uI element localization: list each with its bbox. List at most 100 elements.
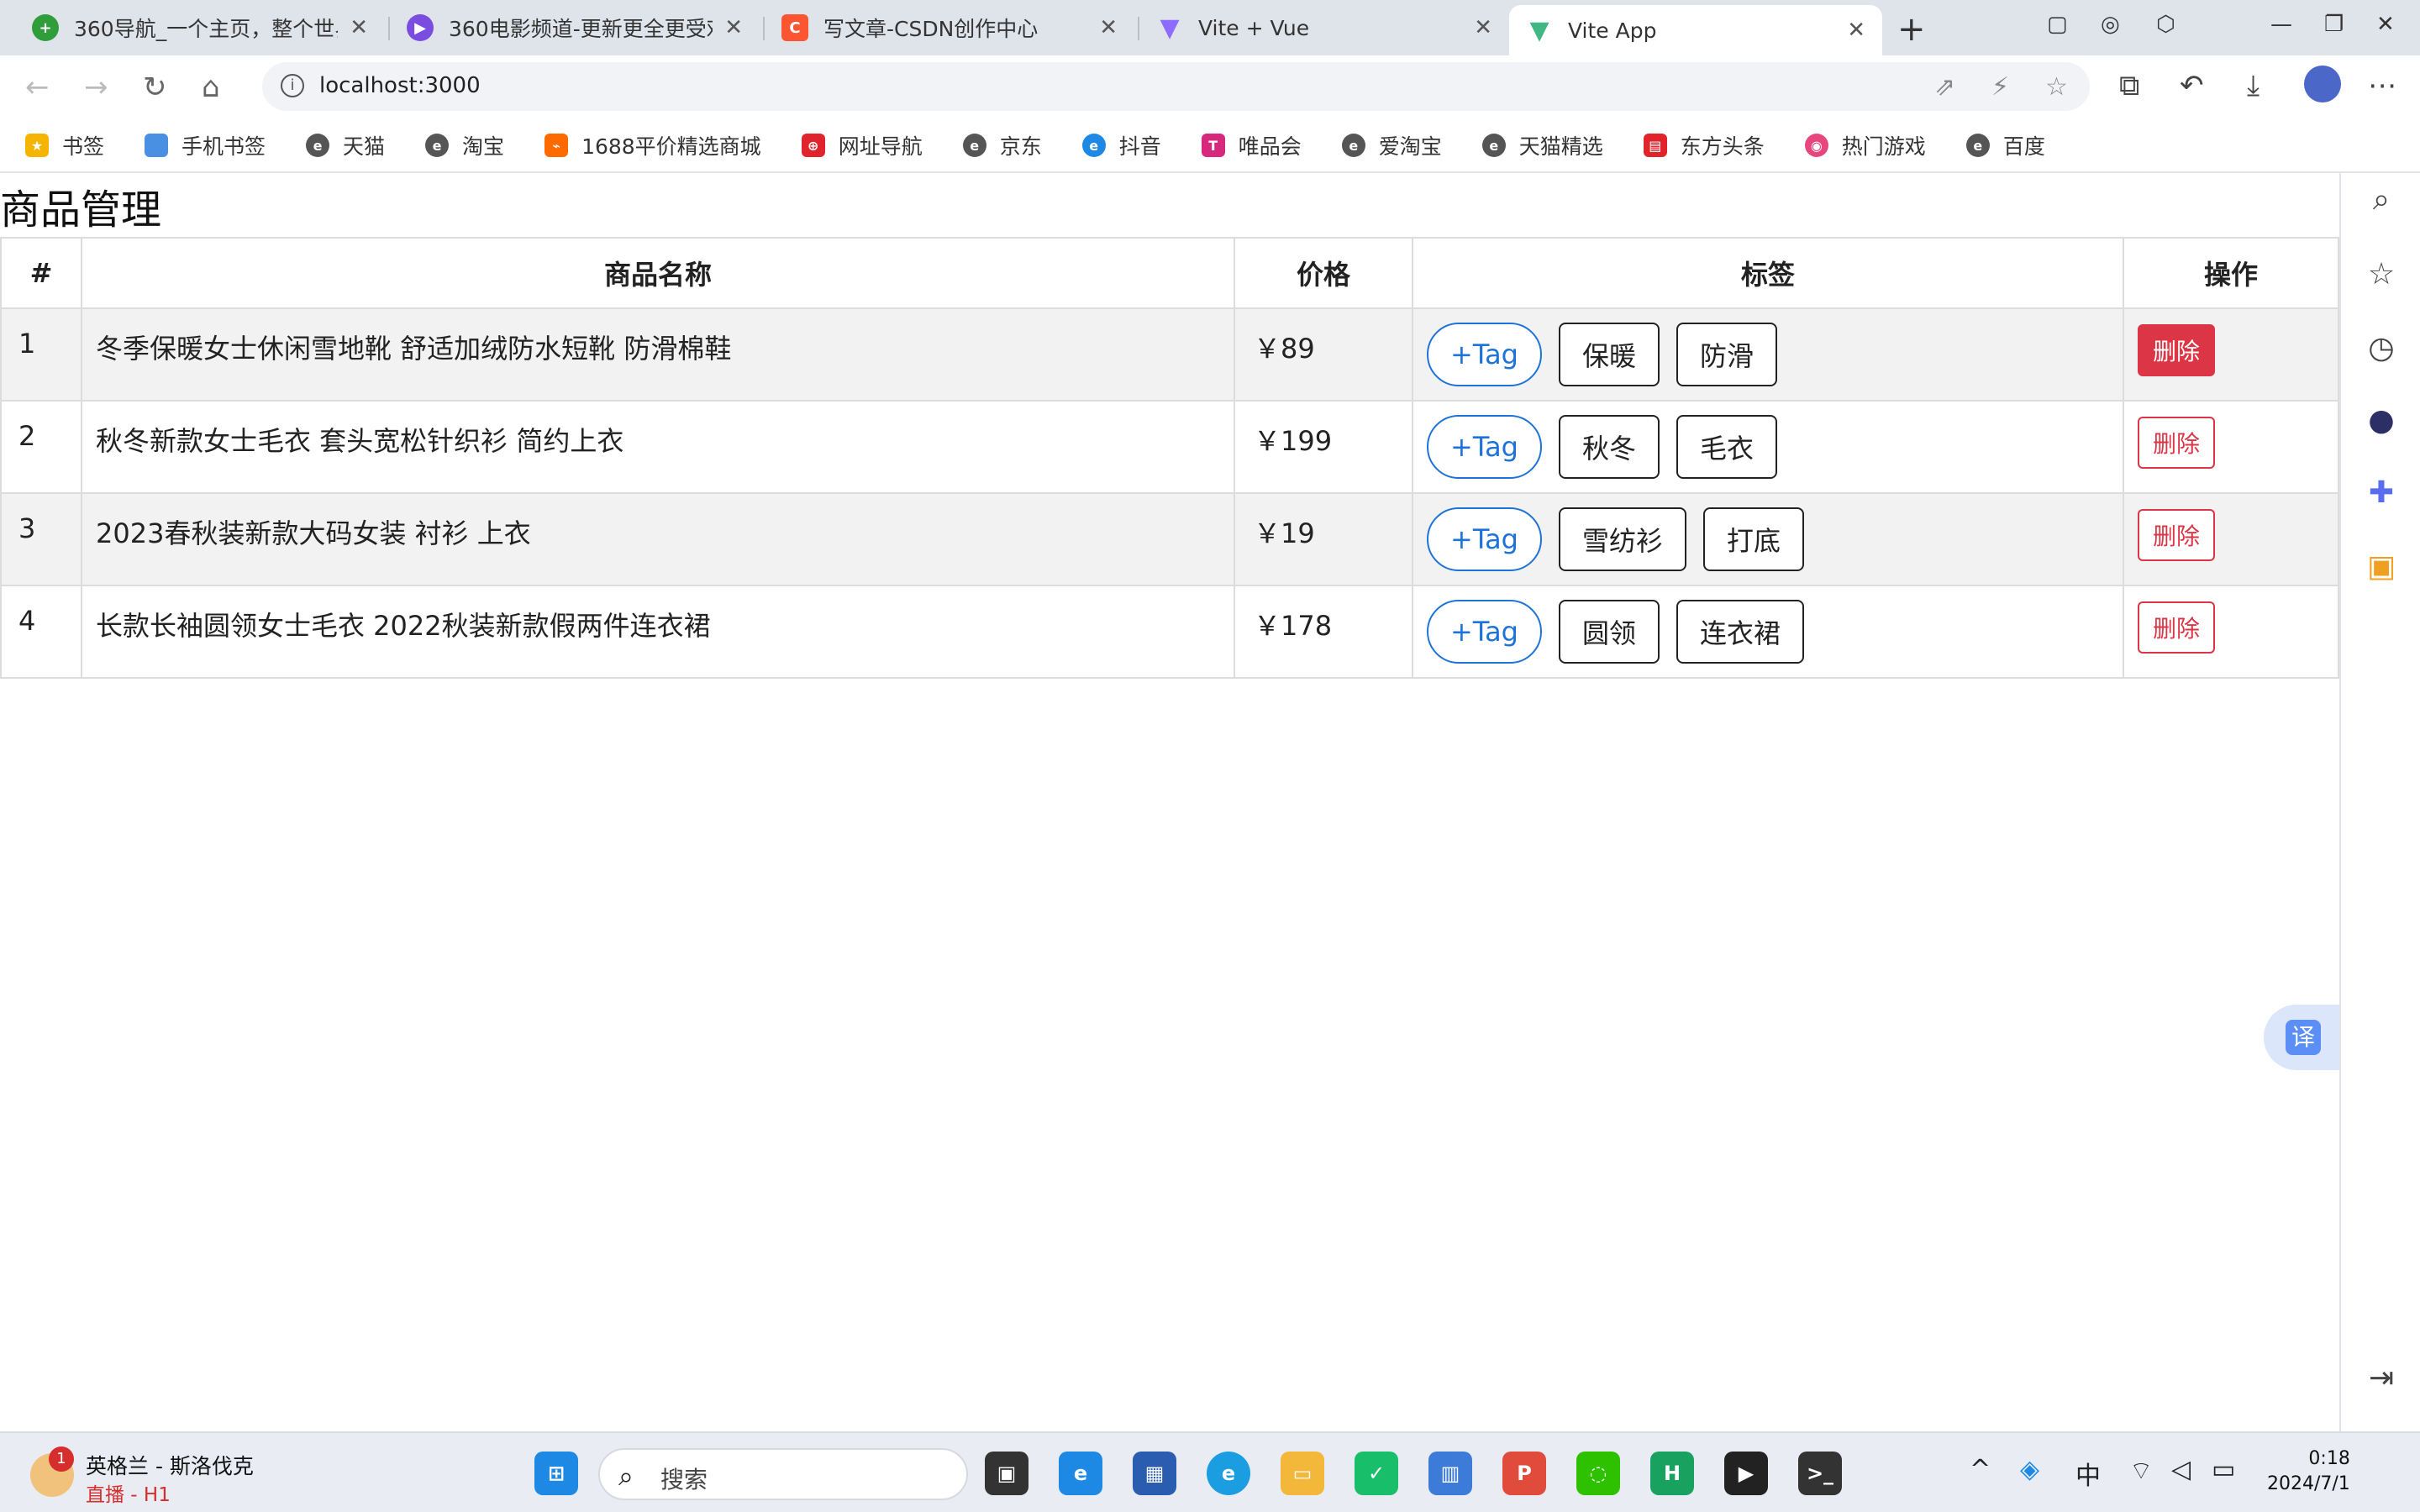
360-browser-icon[interactable]: e (1059, 1452, 1102, 1495)
ie-icon: e (962, 134, 986, 157)
reload-icon[interactable]: ↻ (143, 71, 167, 104)
assistant-icon[interactable]: ● (2361, 400, 2402, 440)
table-header-row: # 商品名称 价格 标签 操作 (0, 237, 2339, 309)
pdf-icon[interactable]: P (1502, 1452, 1546, 1495)
bookmark-item[interactable]: T 唯品会 (1201, 130, 1302, 160)
gamepad-icon[interactable]: ✚ (2361, 472, 2402, 512)
close-icon[interactable]: ✕ (724, 15, 743, 40)
extensions-icon[interactable]: ⬡ (2156, 12, 2175, 37)
add-tag-button[interactable]: +Tag (1427, 507, 1542, 571)
tab-csdn[interactable]: C 写文章-CSDN创作中心 ✕ (765, 5, 1134, 50)
vite-icon: ▼ (1160, 13, 1180, 43)
file-explorer-icon[interactable]: ▭ (1281, 1452, 1324, 1495)
extension-puzzle-icon[interactable]: ⧉ (2119, 69, 2139, 102)
bookmark-item[interactable]: e 淘宝 (425, 130, 504, 160)
delete-button[interactable]: 删除 (2138, 417, 2216, 469)
volume-icon[interactable]: ◁ (2171, 1455, 2191, 1484)
product-name: 秋冬新款女士毛衣 套头宽松针织衫 简约上衣 (81, 400, 1235, 494)
close-icon[interactable]: ✕ (1847, 18, 1865, 43)
add-tag-button[interactable]: +Tag (1427, 415, 1542, 479)
tags-cell: +Tag 秋冬 毛衣 (1412, 400, 2124, 494)
minimize-icon[interactable]: — (2270, 12, 2292, 37)
delete-button[interactable]: 删除 (2138, 509, 2216, 561)
wechat-icon[interactable]: ◌ (1576, 1452, 1620, 1495)
tab-search-icon[interactable]: ▢ (2047, 12, 2068, 37)
battery-icon[interactable]: ▭ (2212, 1455, 2235, 1484)
favorites-icon[interactable]: ☆ (2361, 254, 2402, 294)
windows-start-icon[interactable]: ⊞ (534, 1452, 578, 1495)
edge-icon[interactable]: e (1207, 1452, 1250, 1495)
incognito-icon[interactable]: ◎ (2101, 12, 2120, 37)
column-header-actions: 操作 (2123, 237, 2339, 309)
bookmark-item[interactable]: e 爱淘宝 (1341, 130, 1442, 160)
notification-badge: 1 (49, 1446, 74, 1472)
home-icon[interactable]: ⌂ (202, 71, 220, 104)
share-icon[interactable]: ⇗ (1934, 72, 1955, 102)
avatar[interactable] (2304, 66, 2341, 102)
site-info-icon[interactable]: i (281, 74, 304, 97)
hbuilder-icon[interactable]: H (1650, 1452, 1694, 1495)
collapse-panel-icon[interactable]: ⇥ (2361, 1357, 2402, 1398)
tray-overflow-icon[interactable]: ^ (1970, 1455, 1991, 1484)
more-icon[interactable]: ⋯ (2368, 69, 2396, 102)
new-tab-icon[interactable]: + (1897, 10, 1926, 49)
tab-360-nav[interactable]: + 360导航_一个主页，整个世界 ✕ (15, 5, 385, 50)
close-icon[interactable]: ✕ (350, 15, 368, 40)
close-icon[interactable]: ✕ (1099, 15, 1118, 40)
search-icon: ⌕ (618, 1460, 634, 1492)
bookmark-item[interactable]: ▤ 东方头条 (1643, 130, 1765, 160)
forward-icon[interactable]: → (84, 71, 108, 104)
lightning-icon[interactable]: ⚡ (1991, 72, 2009, 102)
history-icon[interactable]: ◷ (2361, 328, 2402, 368)
delete-button[interactable]: 删除 (2138, 601, 2216, 654)
tag-chip: 雪纺衫 (1558, 507, 1686, 571)
close-icon[interactable]: ✕ (1474, 15, 1492, 40)
wifi-icon[interactable]: ⌔ (2129, 1455, 2153, 1487)
toolbox-icon[interactable]: ▣ (2361, 546, 2402, 586)
store-icon[interactable]: ▦ (1133, 1452, 1176, 1495)
back-icon[interactable]: ← (25, 71, 50, 104)
tab-vite-vue[interactable]: ▼ Vite + Vue ✕ (1139, 5, 1509, 50)
url-box[interactable]: i localhost:3000 ⇗ ⚡ ☆ (262, 62, 2090, 111)
bookmark-item[interactable]: e 天猫精选 (1481, 130, 1603, 160)
tray-app-icon[interactable]: ◈ (2020, 1455, 2039, 1484)
bookmark-item[interactable]: ⊕ 网址导航 (801, 130, 923, 160)
table-row: 2 秋冬新款女士毛衣 套头宽松针织衫 简约上衣 ￥199 +Tag 秋冬 毛衣 … (0, 400, 2339, 494)
page-content: 商品管理 # 商品名称 价格 标签 操作 1 冬季保暖女士休闲雪地靴 舒适加绒防… (0, 173, 2344, 1431)
tag-chip: 毛衣 (1676, 415, 1778, 479)
translate-button[interactable]: 译 (2264, 1005, 2344, 1070)
tab-360-movie[interactable]: ▶ 360电影频道-更新更全更受欢迎 ✕ (390, 5, 760, 50)
star-icon: ★ (25, 134, 49, 157)
ime-indicator[interactable]: 中 (2075, 1455, 2101, 1492)
video-app-icon[interactable]: ▶ (1724, 1452, 1768, 1495)
bookmark-item[interactable]: e 抖音 (1081, 130, 1161, 160)
star-icon[interactable]: ☆ (2045, 72, 2068, 102)
bookmark-item[interactable]: e 百度 (1965, 130, 2045, 160)
undo-icon[interactable]: ↶ (2180, 69, 2204, 102)
tag-chip: 秋冬 (1558, 415, 1660, 479)
add-tag-button[interactable]: +Tag (1427, 323, 1542, 386)
download-icon[interactable]: ⤓ (2247, 69, 2260, 102)
task-view-icon[interactable]: ▣ (985, 1452, 1028, 1495)
taskbar-search[interactable]: ⌕ 搜索 (598, 1448, 968, 1500)
row-index: 1 (0, 307, 82, 402)
tab-vite-app[interactable]: ▼ Vite App ✕ (1509, 5, 1882, 55)
archive-icon[interactable]: ▥ (1428, 1452, 1472, 1495)
bookmark-item[interactable]: e 天猫 (306, 130, 385, 160)
search-icon[interactable]: ⌕ (2361, 180, 2402, 220)
bookmark-item[interactable]: ⌁ 1688平价精选商城 (544, 130, 761, 160)
ie-icon: e (1481, 134, 1506, 157)
bookmark-item[interactable]: 手机书签 (145, 130, 266, 160)
chat-app-icon[interactable]: ✓ (1355, 1452, 1398, 1495)
bookmark-item[interactable]: e 京东 (962, 130, 1042, 160)
window-close-icon[interactable]: ✕ (2376, 12, 2395, 37)
actions-cell: 删除 (2123, 307, 2339, 402)
delete-button[interactable]: 删除 (2138, 324, 2216, 376)
bookmark-item[interactable]: ★ 书签 (25, 130, 104, 160)
url-text[interactable]: localhost:3000 (319, 73, 481, 98)
terminal-icon[interactable]: >_ (1798, 1452, 1842, 1495)
bookmark-item[interactable]: ◉ 热门游戏 (1804, 130, 1926, 160)
maximize-icon[interactable]: ❐ (2324, 12, 2344, 37)
add-tag-button[interactable]: +Tag (1427, 600, 1542, 664)
clock[interactable]: 0:18 2024/7/1 (2267, 1446, 2350, 1497)
